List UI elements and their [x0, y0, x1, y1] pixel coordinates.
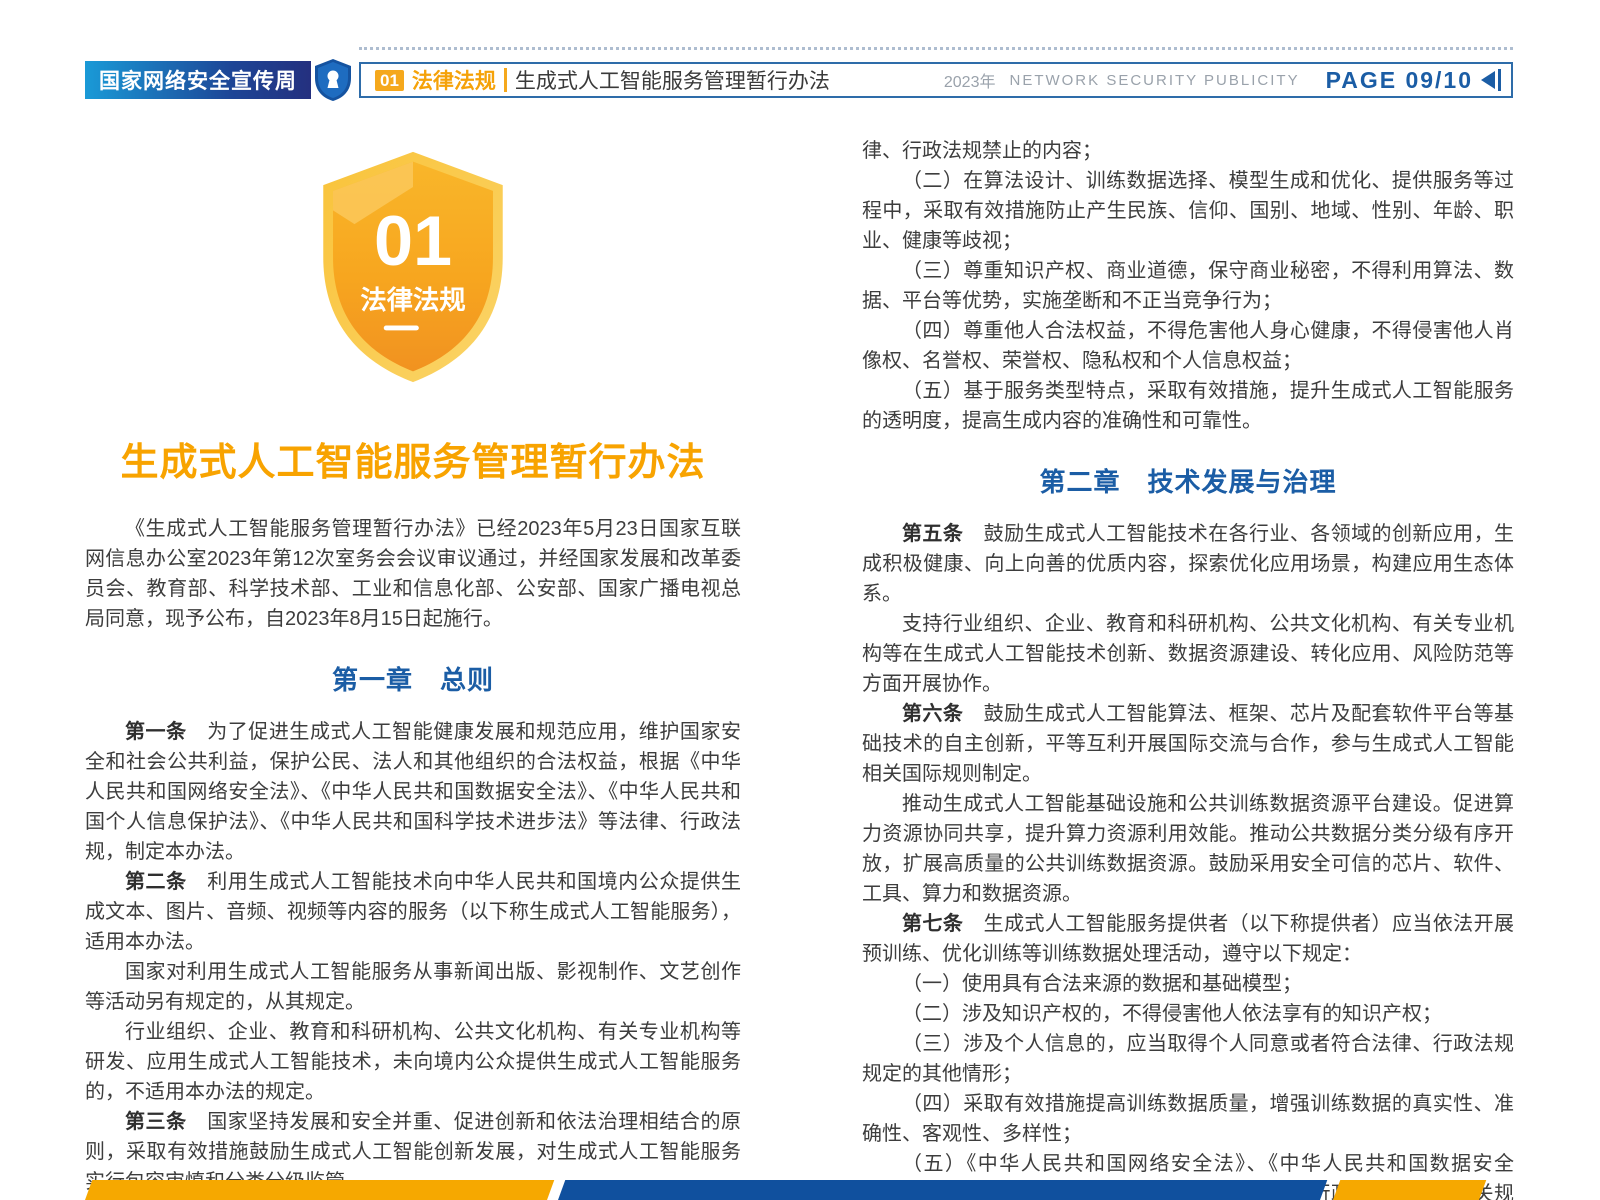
chapter-2-body: 第五条 鼓励生成式人工智能技术在各行业、各领域的创新应用，生成积极健康、向上向善…	[862, 519, 1514, 1200]
nav-bar-icon	[1498, 69, 1501, 91]
article-number: 第六条	[902, 703, 963, 725]
chapter-1-body: 第一条 为了促进生成式人工智能健康发展和规范应用，维护国家安全和社会公共利益，保…	[85, 717, 741, 1200]
paragraph: 第二条 利用生成式人工智能技术向中华人民共和国境内公众提供生成文本、图片、音频、…	[85, 867, 741, 957]
section-number-badge: 01	[375, 70, 404, 91]
event-banner: 国家网络安全宣传周	[85, 61, 311, 99]
lock-shield-icon	[313, 58, 353, 102]
category-separator	[504, 68, 507, 92]
paragraph: （四）尊重他人合法权益，不得危害他人身心健康，不得侵害他人肖像权、名誉权、荣誉权…	[862, 316, 1514, 376]
paragraph: 第六条 鼓励生成式人工智能算法、框架、芯片及配套软件平台等基础技术的自主创新，平…	[862, 699, 1514, 789]
section-category-label: 法律法规	[412, 65, 496, 95]
chapter-2-heading: 第二章 技术发展与治理	[862, 462, 1514, 499]
badge-label-glyph: 法律法规	[360, 285, 465, 315]
paragraph: （二）涉及知识产权的，不得侵害他人依法享有的知识产权；	[862, 999, 1514, 1029]
header-doc-title: 生成式人工智能服务管理暂行办法	[515, 65, 830, 95]
paragraph: 支持行业组织、企业、教育和科研机构、公共文化机构、有关专业机构等在生成式人工智能…	[862, 609, 1514, 699]
brochure-page: 国家网络安全宣传周 01 法律法规 生成式人工智能服务管理暂行办法 2023年 …	[0, 0, 1600, 1200]
paragraph: 第七条 生成式人工智能服务提供者（以下称提供者）应当依法开展预训练、优化训练等训…	[862, 909, 1514, 969]
paragraph: 第一条 为了促进生成式人工智能健康发展和规范应用，维护国家安全和社会公共利益，保…	[85, 717, 741, 867]
left-column: 01 法律法规 生成式人工智能服务管理暂行办法 《生成式人工智能服务管理暂行办法…	[85, 128, 741, 1200]
right-column: 律、行政法规禁止的内容；（二）在算法设计、训练数据选择、模型生成和优化、提供服务…	[862, 136, 1514, 1200]
chapter-1-body-continued: 律、行政法规禁止的内容；（二）在算法设计、训练数据选择、模型生成和优化、提供服务…	[862, 136, 1514, 436]
paragraph: （二）在算法设计、训练数据选择、模型生成和优化、提供服务等过程中，采取有效措施防…	[862, 166, 1514, 256]
article-number: 第一条	[125, 721, 187, 743]
chapter-shield-badge: 01 法律法规	[85, 148, 741, 391]
footer-gold-stripe-left	[85, 1180, 554, 1200]
paragraph: （三）涉及个人信息的，应当取得个人同意或者符合法律、行政法规规定的其他情形；	[862, 1029, 1514, 1089]
page-number-label: PAGE 09/10	[1326, 67, 1473, 94]
footer-blue-stripe	[558, 1180, 1327, 1200]
article-number: 第七条	[902, 913, 963, 935]
paragraph: （四）采取有效措施提高训练数据质量，增强训练数据的真实性、准确性、客观性、多样性…	[862, 1089, 1514, 1149]
page-header: 国家网络安全宣传周 01 法律法规 生成式人工智能服务管理暂行办法 2023年 …	[85, 60, 1513, 100]
gold-shield-icon: 01 法律法规	[315, 148, 511, 386]
paragraph: 律、行政法规禁止的内容；	[862, 136, 1514, 166]
paragraph: （五）基于服务类型特点，采取有效措施，提升生成式人工智能服务的透明度，提高生成内…	[862, 376, 1514, 436]
paragraph: 《生成式人工智能服务管理暂行办法》已经2023年5月23日国家互联网信息办公室2…	[85, 514, 741, 634]
page-nav-back-icon[interactable]	[1481, 69, 1501, 91]
article-number: 第二条	[125, 871, 187, 893]
article-number: 第三条	[125, 1111, 187, 1133]
header-year: 2023年	[944, 68, 996, 92]
svg-text:01: 01	[374, 201, 452, 280]
paragraph: （三）尊重知识产权、商业道德，保守商业秘密，不得利用算法、数据、平台等优势，实施…	[862, 256, 1514, 316]
paragraph: （一）使用具有合法来源的数据和基础模型；	[862, 969, 1514, 999]
footer-gold-stripe-right	[1333, 1180, 1486, 1200]
article-number: 第五条	[902, 523, 963, 545]
document-title: 生成式人工智能服务管理暂行办法	[85, 431, 741, 486]
paragraph: 第五条 鼓励生成式人工智能技术在各行业、各领域的创新应用，生成积极健康、向上向善…	[862, 519, 1514, 609]
left-triangle-icon	[1481, 71, 1495, 89]
paragraph: 国家对利用生成式人工智能服务从事新闻出版、影视制作、文艺创作等活动另有规定的，从…	[85, 957, 741, 1017]
header-title-strip: 01 法律法规 生成式人工智能服务管理暂行办法 2023年 NETWORK SE…	[359, 62, 1513, 98]
header-english-subtitle: NETWORK SECURITY PUBLICITY	[1009, 72, 1299, 89]
paragraph: 行业组织、企业、教育和科研机构、公共文化机构、有关专业机构等研发、应用生成式人工…	[85, 1017, 741, 1107]
chapter-1-heading: 第一章 总则	[85, 660, 741, 697]
event-banner-label: 国家网络安全宣传周	[99, 65, 297, 95]
paragraph: 推动生成式人工智能基础设施和公共训练数据资源平台建设。促进算力资源协同共享，提升…	[862, 789, 1514, 909]
intro-paragraphs: 《生成式人工智能服务管理暂行办法》已经2023年5月23日国家互联网信息办公室2…	[85, 514, 741, 634]
